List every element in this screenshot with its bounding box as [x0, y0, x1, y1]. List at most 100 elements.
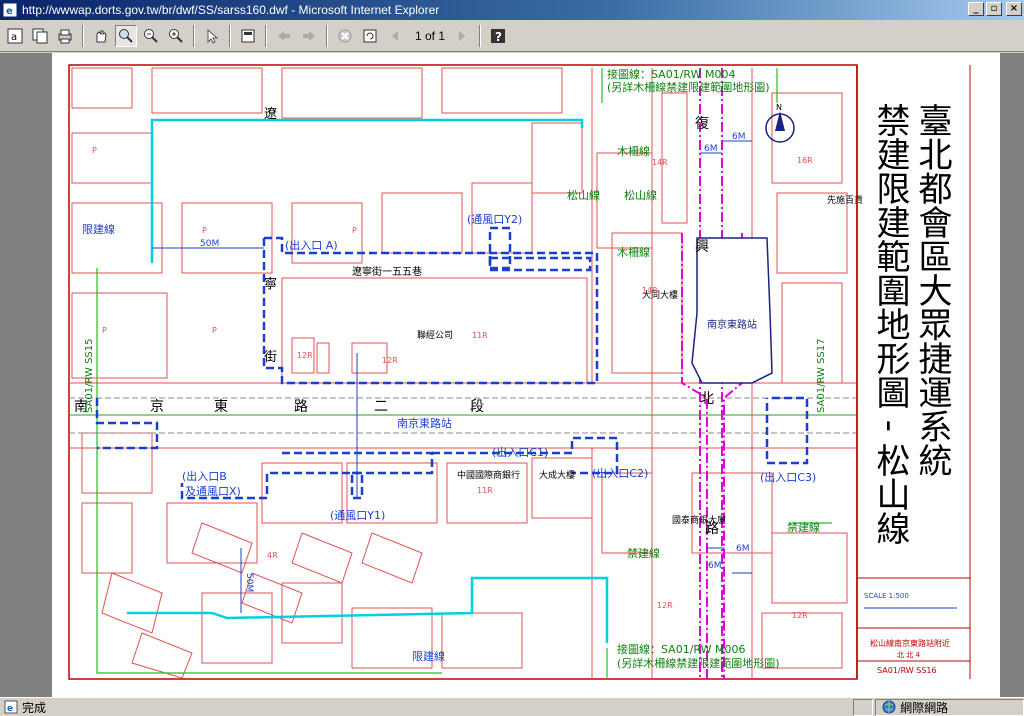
title-block-name: 松山線南京東路站附近: [870, 638, 950, 648]
mucha-line-1: 木柵線: [617, 144, 650, 158]
pan-icon[interactable]: [90, 25, 112, 47]
map-drawing[interactable]: 南京東路站 南 京 東 路 二 段 南京東路站 復 興 北 路 遼 寧 街 遼寧…: [52, 53, 1000, 697]
svg-text:?: ?: [495, 30, 502, 44]
road-char-3: 東: [214, 399, 228, 415]
ie-window: e http://wwwap.dorts.gov.tw/br/dwf/SS/sa…: [0, 0, 1024, 716]
street-jie: 街: [264, 350, 277, 365]
title-block-sub: 北 北 4: [897, 651, 920, 659]
dim-6m-1: 6M: [704, 144, 718, 154]
songshan-line-2: 松山線: [624, 188, 657, 202]
svg-text:14R: 14R: [652, 158, 668, 167]
vent-y1-label: (通風口Y1): [330, 509, 385, 522]
vent-y2-label: (通風口Y2): [467, 213, 522, 226]
svg-text:P: P: [102, 326, 107, 335]
page-done-icon: e: [4, 700, 18, 714]
close-button[interactable]: ×: [1006, 2, 1022, 16]
next-page-icon[interactable]: [451, 25, 473, 47]
back-icon[interactable]: [273, 25, 295, 47]
scale-label: SCALE 1:500: [864, 592, 909, 600]
bldg-company: 聯經公司: [417, 329, 453, 341]
maximize-button[interactable]: ▫: [986, 2, 1002, 16]
svg-text:16R: 16R: [797, 156, 813, 165]
exit-a-label: (出入口 A): [285, 238, 338, 252]
viewer-margin-right: [1002, 53, 1024, 697]
ie-logo-icon: e: [2, 2, 18, 18]
road-char-6: 段: [470, 399, 484, 415]
bldg-dacheng: 大成大樓: [539, 469, 575, 481]
mucha-line-2: 木柵線: [617, 245, 650, 259]
fuxing-char-2: 興: [695, 239, 709, 255]
road-char-4: 路: [294, 399, 308, 415]
copy-icon[interactable]: [29, 25, 51, 47]
side-ref-ss15: SA01/RW SS15: [84, 339, 95, 414]
ref-bot-1: 接圖線：SA01/RW M006: [617, 642, 745, 656]
dwf-viewer[interactable]: 南京東路站 南 京 東 路 二 段 南京東路站 復 興 北 路 遼 寧 街 遼寧…: [0, 53, 1024, 697]
svg-text:P: P: [92, 146, 97, 155]
print-icon[interactable]: [54, 25, 76, 47]
ban-line-1: 禁建線: [627, 546, 660, 560]
svg-text:P: P: [212, 326, 217, 335]
select-icon[interactable]: [201, 25, 223, 47]
ref-top-1: 接圖線：SA01/RW M004: [607, 67, 735, 81]
bldg-zhongguo: 中國國際商銀行: [457, 469, 520, 481]
limit-line-label-2: 限建線: [412, 649, 445, 663]
limit-line-label-1: 限建線: [82, 222, 115, 236]
svg-text:12R: 12R: [792, 611, 808, 620]
print-preview-icon[interactable]: [237, 25, 259, 47]
exit-c3-label: (出入口C3): [760, 470, 816, 484]
page-indicator: 1 of 1: [415, 28, 446, 43]
zoom-icon[interactable]: [115, 24, 137, 47]
drawing-number: SA01/RW SS16: [877, 666, 937, 675]
prev-page-icon[interactable]: [384, 25, 406, 47]
dim-6m-4: 6M: [736, 544, 750, 554]
drawing-title-2: 禁建限建範圍地形圖 - 松山線: [870, 103, 910, 545]
zoom-out-icon[interactable]: [140, 25, 162, 47]
exit-c2-label: (出入口C2): [592, 466, 648, 480]
svg-text:12R: 12R: [382, 356, 398, 365]
songshan-line-1: 松山線: [567, 188, 600, 202]
street-liao: 遼: [264, 107, 277, 122]
road-station-label: 南京東路站: [397, 416, 452, 430]
svg-text:4R: 4R: [267, 551, 278, 560]
zoom-in-icon[interactable]: [165, 25, 187, 47]
zone-text: 網際網路: [900, 700, 949, 715]
svg-text:14R: 14R: [642, 286, 658, 295]
svg-text:a: a: [11, 32, 17, 43]
svg-text:e: e: [6, 6, 13, 17]
svg-text:12R: 12R: [297, 351, 313, 360]
station-name: 南京東路站: [707, 318, 757, 331]
forward-icon[interactable]: [298, 25, 320, 47]
side-ref-ss17: SA01/RW SS17: [816, 339, 827, 414]
fuxing-char-1: 復: [695, 115, 709, 132]
svg-text:N: N: [776, 103, 782, 112]
title-bar: e http://wwwap.dorts.gov.tw/br/dwf/SS/sa…: [0, 0, 1024, 20]
station-box: [691, 237, 773, 384]
minimize-button[interactable]: _: [968, 2, 984, 16]
status-text: 完成: [22, 700, 47, 715]
ref-bot-2: (另詳木柵線禁建限建範圍地形圖): [617, 656, 780, 670]
ban-line-2: 禁建線: [787, 520, 820, 534]
dim-6m-3: 6M: [708, 561, 722, 571]
fuxing-char-3: 北: [700, 391, 714, 407]
lane-label: 遼寧街一五五巷: [352, 265, 422, 278]
window-title: http://wwwap.dorts.gov.tw/br/dwf/SS/sars…: [22, 3, 440, 17]
svg-text:12R: 12R: [657, 601, 673, 610]
refresh-icon[interactable]: [359, 25, 381, 47]
dwf-toolbar: a 1 of 1 ?: [0, 20, 1024, 52]
road-char-2: 京: [150, 399, 164, 415]
dim-6m-2: 6M: [732, 132, 746, 142]
exit-b-label: (出入口B: [182, 469, 227, 483]
security-zone: 網際網路: [875, 698, 1024, 716]
drawing-title-1: 臺北都會區大眾捷運系統: [912, 103, 952, 477]
help-icon[interactable]: ?: [487, 25, 509, 47]
ref-top-2: (另詳木柵線禁建限建範圍地形圖): [607, 80, 770, 94]
dim-50m-2: 50M: [244, 573, 254, 592]
road-char-5: 二: [374, 399, 388, 415]
svg-text:11R: 11R: [477, 486, 493, 495]
svg-text:P: P: [202, 226, 207, 235]
text-select-icon[interactable]: a: [4, 25, 26, 47]
vent-x-label: 及通風口X): [185, 485, 241, 498]
stop-icon[interactable]: [334, 25, 356, 47]
bldg-guotai: 國泰商銀大廈: [672, 514, 726, 526]
dim-50m-1: 50M: [200, 239, 219, 249]
